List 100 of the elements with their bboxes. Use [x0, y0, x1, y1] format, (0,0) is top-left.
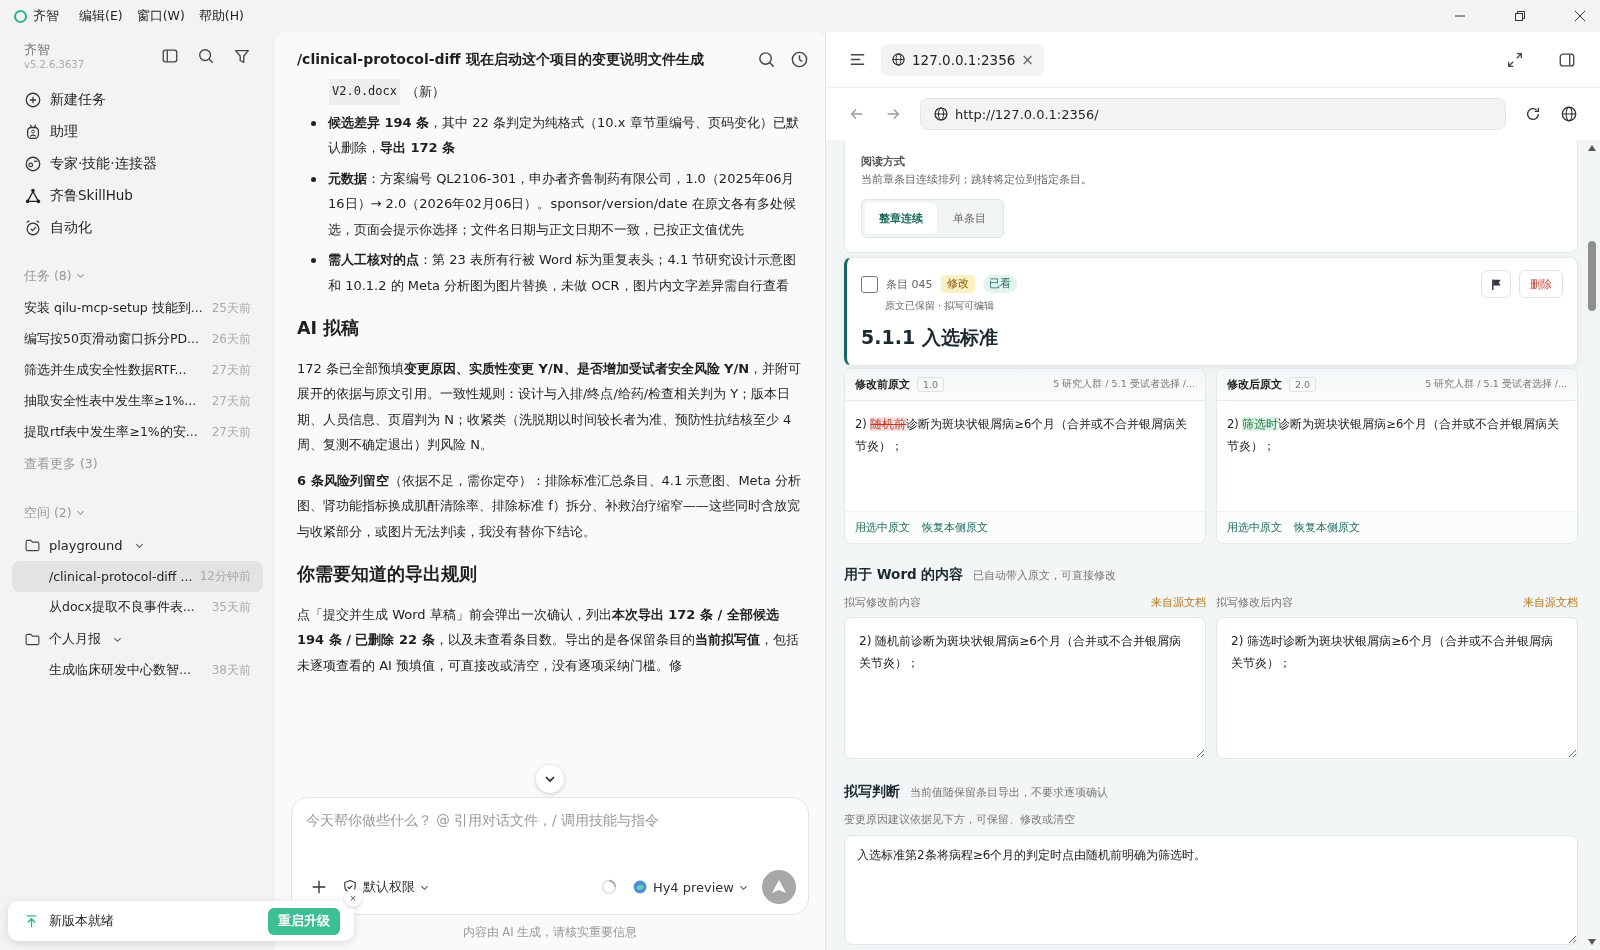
nav-item[interactable]: 齐鲁SkillHub	[12, 180, 263, 212]
version-label: v5.2.6.3637	[24, 59, 85, 70]
task-time: 27天前	[211, 362, 251, 379]
pane-title: 修改后原文	[1227, 377, 1282, 392]
message-paragraph: 点「提交并生成 Word 草稿」前会弹出一次确认，列出本次导出 172 条 / 全部候选 194 条 / 已删除 22 条，以及未查看条目数。导出的是各保留条目的当前拟写值，包括未逐项查看的 AI 预填值，可直接改或清空，没有逐项采纳门槛。修	[297, 605, 800, 675]
folder-item[interactable]: playground	[12, 530, 263, 561]
list-item-text: 候选差异 194 条，其中 22 条判定为纯格式（10.x 章节重编号、页码变化）已默认删除，导出 172 条	[328, 113, 800, 157]
app-name: 齐智	[24, 42, 51, 59]
search-icon[interactable]	[757, 50, 776, 69]
filter-icon[interactable]	[233, 47, 251, 65]
loading-spinner-icon	[599, 878, 618, 896]
field-label: 拟写修改前内容	[844, 596, 921, 610]
scroll-up-icon[interactable]	[1587, 144, 1597, 152]
section-hint: 已自动带入原文，可直接修改	[973, 569, 1117, 583]
list-item-text: 需人工核对的点：第 23 表所有行被 Word 标为重复表头；4.1 节研究设计示意图和 10.1.2 的 Meta 分析图为图片替换，未做 OCR，图片内文字差异需自行查看	[328, 251, 798, 295]
item-number: 条目 045	[886, 276, 933, 292]
disclaimer-text: 内容由 AI 生成，请核实重要信息	[462, 925, 638, 939]
field-label: 变更原因建议依据见下方，可保留、修改或清空	[844, 813, 1076, 827]
section-title: 拟写判断	[844, 783, 900, 801]
permission-dropdown[interactable]: 默认权限	[342, 878, 429, 896]
original-text: 2) 随机前诊断为斑块状银屑病≥6个月（合并或不合并银屑病关节炎）；	[854, 416, 1189, 455]
task-time: 26天前	[211, 331, 251, 348]
message-input[interactable]: 今天帮你做些什么？ @ 引用对话文件，/ 调用技能与指令	[304, 812, 796, 828]
nav-item[interactable]: 自动化	[12, 212, 263, 244]
search-icon[interactable]	[197, 47, 215, 65]
section-heading: AI 拟稿	[297, 317, 361, 340]
model-logo-icon	[631, 879, 648, 895]
task-time: 27天前	[211, 393, 251, 410]
menu-item[interactable]: 窗口(W)	[136, 7, 185, 25]
task-item[interactable]: 提取rtf表中发生率≥1%的安...	[24, 424, 204, 441]
logo-icon	[14, 9, 27, 23]
expand-icon[interactable]	[1506, 50, 1524, 69]
text-area[interactable]: 入选标准第2条将病程≥6个月的判定时点由随机前明确为筛选时。	[844, 835, 1578, 945]
version-tag: 2.0	[1289, 377, 1317, 392]
address-bar[interactable]: http://127.0.0.1:2356/	[920, 98, 1506, 130]
close-icon[interactable]	[1574, 10, 1586, 22]
nav-item[interactable]: 专家·技能·连接器	[12, 148, 263, 180]
task-time: 27天前	[211, 424, 251, 441]
status-tag: 已看	[982, 275, 1017, 293]
task-time: 25天前	[211, 300, 251, 317]
message-paragraph: 6 条风险列留空（依据不足，需你定夺）：排除标准汇总条目、4.1 示意图、Meta 分析图、肾功能指标换成肌酐清除率、排除标准 f）拆分、补救治疗缩窄——这些同时含放宽与收紧部分，或图片无法判读，我没有替你下结论。	[297, 471, 802, 541]
card-title: 阅读方式	[861, 154, 906, 169]
browser-tab[interactable]: 127.0.0.1:2356 ×	[881, 43, 1044, 76]
menu-item[interactable]: 帮助(H)	[198, 7, 244, 25]
source-label: 来自源文档	[1151, 596, 1206, 610]
text-area[interactable]: 2) 筛选时诊断为斑块状银屑病≥6个月（合并或不合并银屑病关节炎）；	[1216, 617, 1578, 759]
plus-icon[interactable]	[310, 878, 328, 896]
section-title: 用于 Word 的内容	[844, 566, 964, 584]
task-item[interactable]: 编写按50页滑动窗口拆分PD...	[24, 331, 204, 348]
status-tag: 修改	[940, 275, 975, 293]
item-note: 原文已保留 · 拟写可编辑	[884, 300, 996, 313]
card-description: 当前章条目连续排列；跳转将定位到指定条目。	[861, 173, 1093, 187]
mode-tab[interactable]: 单条目	[939, 203, 1000, 234]
inline-code: V2.0.docx	[329, 79, 401, 105]
upgrade-icon	[24, 913, 39, 929]
scroll-down-button[interactable]	[536, 765, 564, 793]
section-heading: 你需要知道的导出规则	[297, 563, 478, 586]
restore-icon[interactable]	[1514, 10, 1526, 22]
chevron-down-icon	[75, 271, 85, 280]
model-selector[interactable]: Hy4 preview	[631, 879, 748, 895]
menu-item[interactable]: 编辑(E)	[79, 7, 123, 25]
task-item[interactable]: 抽取安全性表中发生率≥1%...	[24, 393, 204, 410]
original-text: 2) 筛选时诊断为斑块状银屑病≥6个月（合并或不合并银屑病关节炎）；	[1226, 416, 1561, 455]
delete-button[interactable]: 删除	[1519, 270, 1563, 298]
section-path: 5 研究人群 / 5.1 受试者选择 /...	[1425, 378, 1567, 391]
scroll-down-icon[interactable]	[1587, 938, 1597, 946]
toast-message: 新版本就绪	[49, 912, 114, 930]
action-link[interactable]: 用选中原文	[855, 520, 910, 535]
message-paragraph: 172 条已全部预填变更原因、实质性变更 Y/N、是否增加受试者安全风险 Y/N，并附可展开的依据与原文引用。一致性规则：设计与入排/终点/给药/检查相关判为 Y；版本日期、人员信息、页眉判为 N；收紧类（洗脱期以时间较长者为准、预防性抗结核至少 4 周、复测不确定退出）判风险 N。	[297, 359, 803, 454]
space-task-item[interactable]: 生成临床研发中心数智... 38天前	[12, 655, 263, 686]
list-item-text: 元数据：方案编号 QL2106-301，申办者齐鲁制药有限公司，1.0（2025年06月16日）→ 2.0（2026年02月06日）。sponsor/version/date 在原文各有多处候选，页面会提示你选择；文件名日期与正文日期不一致，已按正文值优先	[328, 169, 797, 239]
side-panel-icon[interactable]	[1558, 50, 1576, 69]
reload-icon[interactable]	[1524, 105, 1542, 123]
network-icon	[24, 187, 42, 205]
face-icon	[24, 155, 42, 173]
app-name: 齐智	[33, 7, 59, 25]
nav-item[interactable]: 新建任务	[12, 84, 263, 116]
action-link[interactable]: 用选中原文	[1227, 520, 1282, 535]
globe-icon[interactable]	[1560, 105, 1578, 123]
scrollbar-thumb[interactable]	[1588, 241, 1596, 311]
history-icon[interactable]	[790, 50, 809, 69]
task-item[interactable]: 安装 qilu-mcp-setup 技能到...	[24, 300, 204, 317]
space-task-item[interactable]: 从docx提取不良事件表... 35天前	[12, 592, 263, 623]
globe-icon	[933, 106, 949, 122]
folder-icon	[24, 537, 41, 554]
text-area[interactable]: 2) 随机前诊断为斑块状银屑病≥6个月（合并或不合并银屑病关节炎）；	[844, 617, 1206, 759]
flag-button[interactable]	[1481, 270, 1511, 298]
source-label: 来自源文档	[1523, 596, 1578, 610]
flag-icon	[1489, 277, 1503, 291]
action-link[interactable]: 恢复本侧原文	[922, 520, 988, 535]
task-item[interactable]: 筛选并生成安全性数据RTF...	[24, 362, 204, 379]
item-checkbox[interactable]	[861, 275, 878, 293]
sidebar-toggle-icon[interactable]	[161, 47, 179, 65]
folder-item[interactable]: 个人月报	[12, 623, 263, 655]
mode-tab[interactable]: 整章连续	[865, 203, 937, 234]
robot-icon	[24, 123, 42, 141]
item-heading: 5.1.1 入选标准	[861, 325, 999, 350]
action-link[interactable]: 恢复本侧原文	[1294, 520, 1360, 535]
nav-item[interactable]: 助理	[12, 116, 263, 148]
section-path: 5 研究人群 / 5.1 受试者选择 /...	[1053, 378, 1195, 391]
